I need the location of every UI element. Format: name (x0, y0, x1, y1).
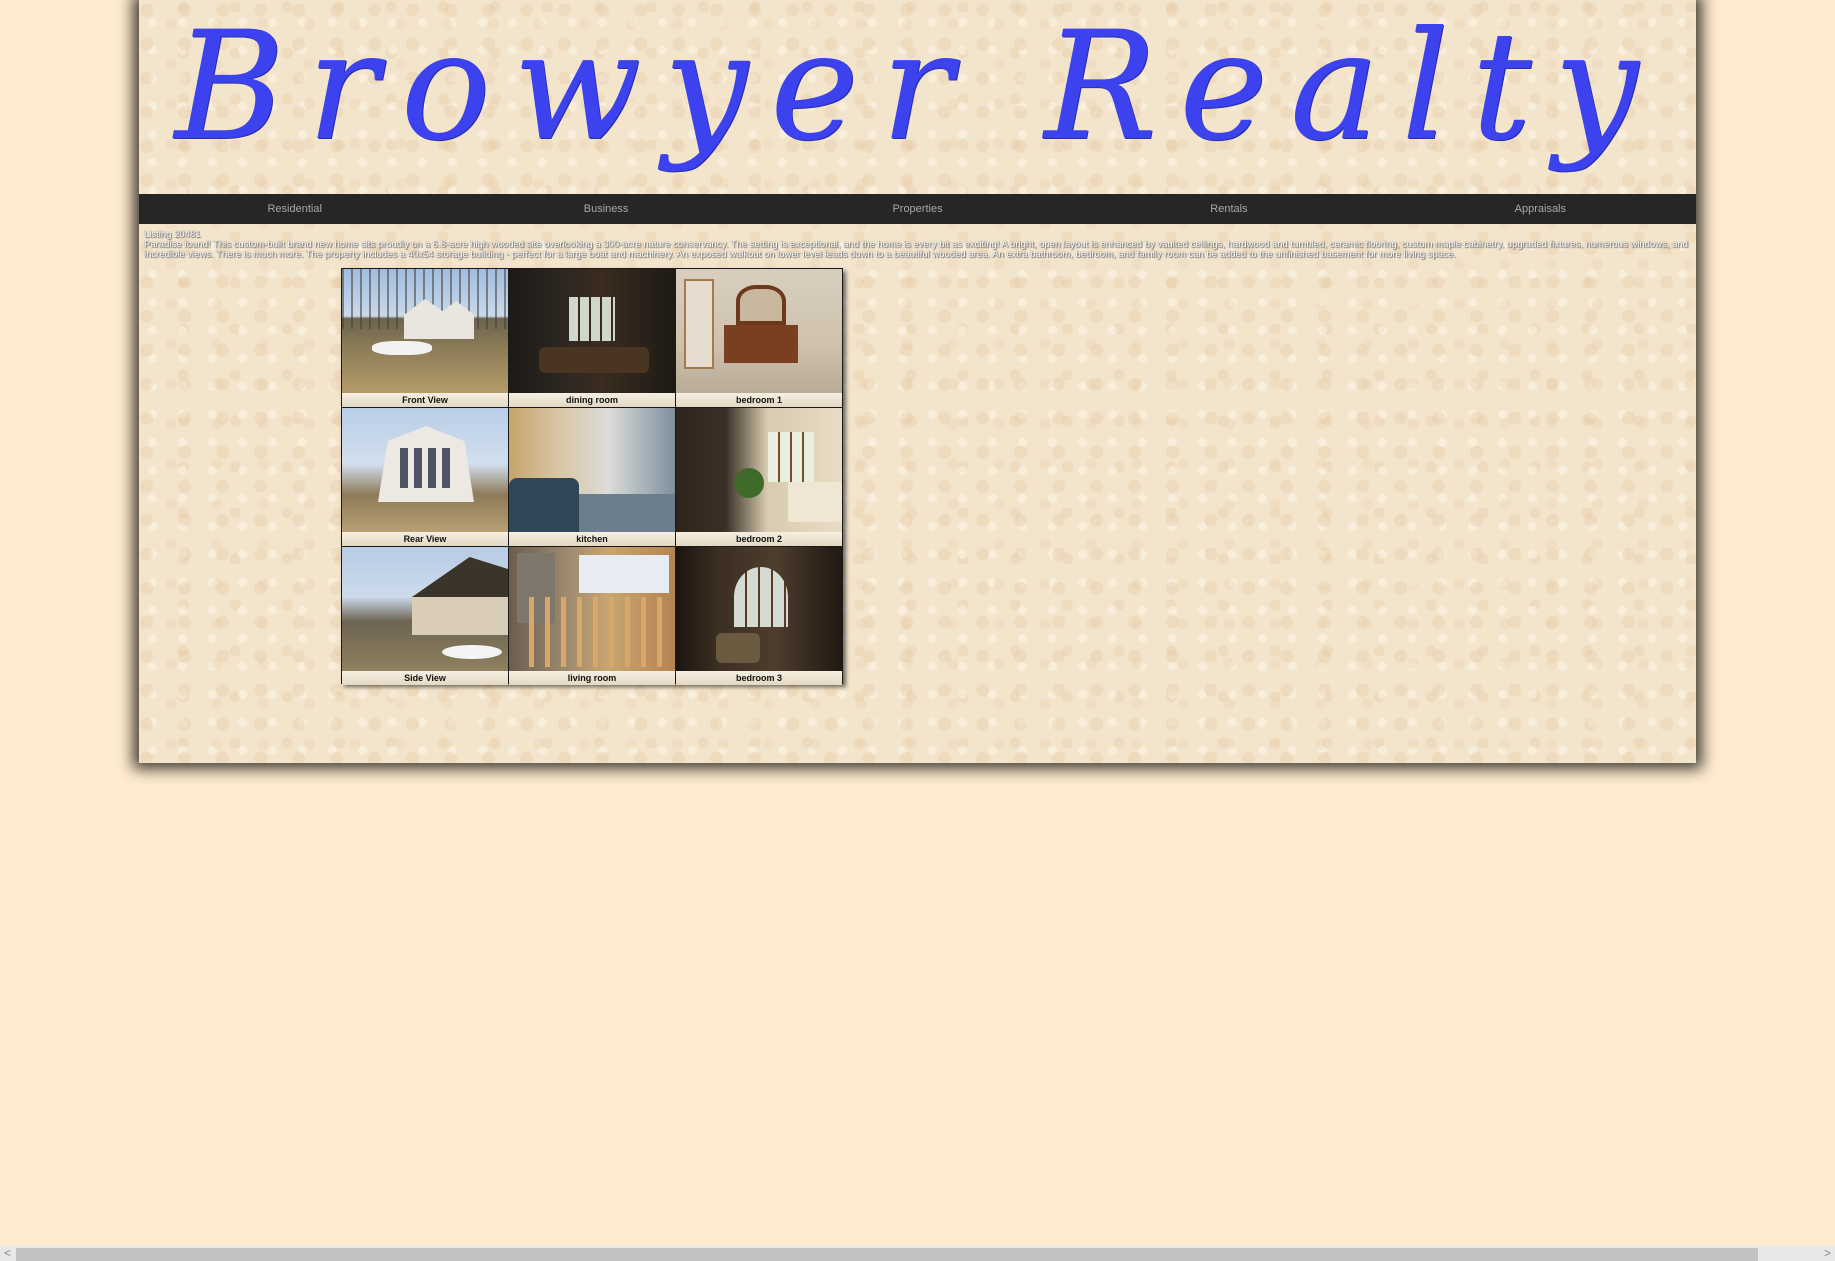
photo-caption: Rear View (342, 532, 508, 546)
photo-dining-room[interactable]: dining room (509, 269, 675, 407)
photo-caption: bedroom 3 (676, 671, 842, 685)
nav-properties[interactable]: Properties (762, 194, 1073, 224)
front-view-image[interactable] (342, 269, 508, 393)
site-logo[interactable]: Browyer Realty (175, 0, 1661, 174)
photo-caption: Front View (342, 393, 508, 407)
bedroom-3-image[interactable] (676, 547, 842, 671)
photo-rear-view[interactable]: Rear View (342, 408, 508, 546)
photo-bedroom-1[interactable]: bedroom 1 (676, 269, 842, 407)
rear-view-image[interactable] (342, 408, 508, 532)
main-navigation: Residential Business Properties Rentals … (139, 194, 1696, 224)
side-view-image[interactable] (342, 547, 508, 671)
horizontal-scrollbar[interactable]: < > (0, 1246, 1835, 1261)
photo-front-view[interactable]: Front View (342, 269, 508, 407)
scroll-right-icon[interactable]: > (1820, 1246, 1835, 1261)
nav-residential[interactable]: Residential (139, 194, 450, 224)
scroll-left-icon[interactable]: < (0, 1246, 15, 1261)
photo-caption: Side View (342, 671, 508, 685)
nav-rentals[interactable]: Rentals (1073, 194, 1384, 224)
photo-side-view[interactable]: Side View (342, 547, 508, 685)
photo-living-room[interactable]: living room (509, 547, 675, 685)
photo-caption: bedroom 1 (676, 393, 842, 407)
bedroom-2-image[interactable] (676, 408, 842, 532)
nav-business[interactable]: Business (450, 194, 761, 224)
site-banner: Browyer Realty (139, 0, 1696, 194)
bedroom-1-image[interactable] (676, 269, 842, 393)
photo-caption: kitchen (509, 532, 675, 546)
photo-bedroom-2[interactable]: bedroom 2 (676, 408, 842, 546)
page-container: Browyer Realty Residential Business Prop… (139, 0, 1696, 763)
photo-gallery: Front View dining room bedroom 1 Rear Vi… (341, 268, 843, 685)
photo-caption: living room (509, 671, 675, 685)
photo-caption: bedroom 2 (676, 532, 842, 546)
photo-bedroom-3[interactable]: bedroom 3 (676, 547, 842, 685)
dining-room-image[interactable] (509, 269, 675, 393)
living-room-image[interactable] (509, 547, 675, 671)
nav-appraisals[interactable]: Appraisals (1385, 194, 1696, 224)
photo-kitchen[interactable]: kitchen (509, 408, 675, 546)
listing-details: Listing 20481 Paradise found! This custo… (144, 230, 1689, 260)
listing-description: Paradise found! This custom-built brand … (144, 239, 1688, 260)
scrollbar-thumb[interactable] (16, 1248, 1758, 1261)
photo-caption: dining room (509, 393, 675, 407)
kitchen-image[interactable] (509, 408, 675, 532)
